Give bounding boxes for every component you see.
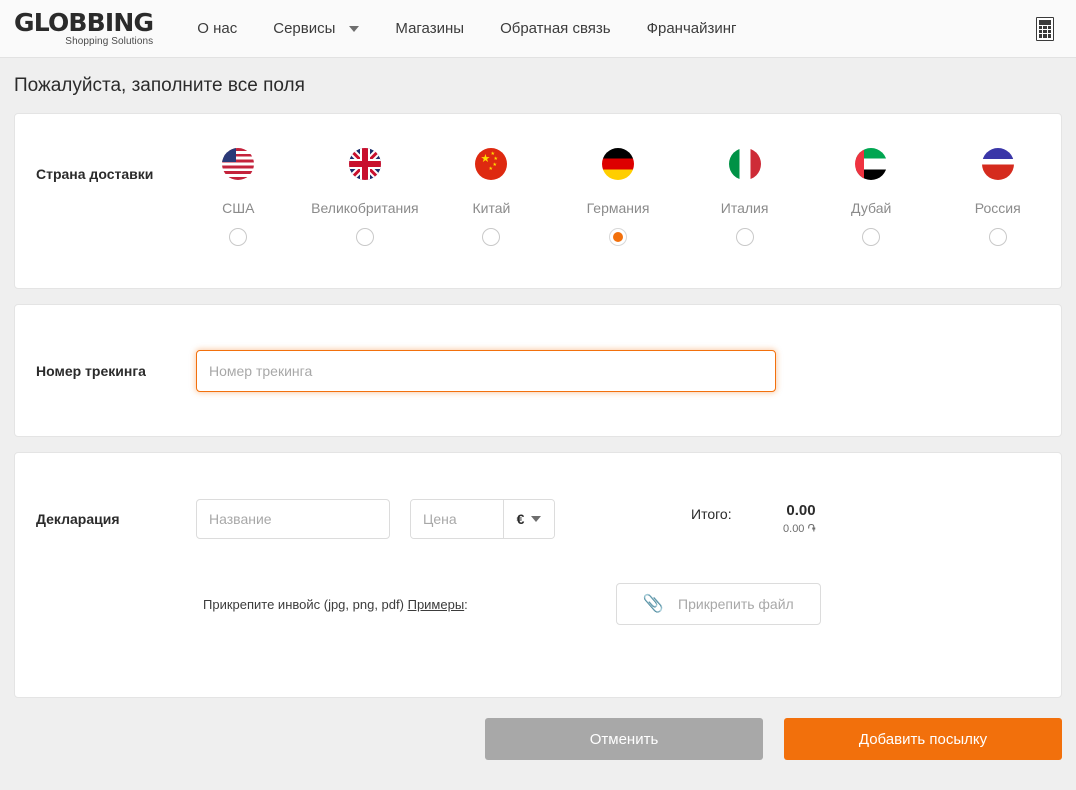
calculator-icon[interactable] <box>1036 16 1054 41</box>
cancel-button[interactable]: Отменить <box>485 718 763 760</box>
country-radio-uk[interactable] <box>355 228 374 246</box>
delivery-country-card: Страна доставки США Великобритания ★ ★★ <box>14 113 1062 289</box>
nav-item-franchising-label: Франчайзинг <box>646 20 737 37</box>
declaration-name-input[interactable] <box>196 499 390 539</box>
country-option-us[interactable]: США <box>175 148 302 246</box>
invoice-hint-text: Прикрепите инвойс (jpg, png, pdf) <box>203 596 404 612</box>
country-label-cn: Китай <box>472 200 511 216</box>
flag-uk-icon <box>348 148 381 180</box>
country-option-it[interactable]: Италия <box>681 148 808 246</box>
country-radio-us[interactable] <box>229 228 248 246</box>
country-option-uk[interactable]: Великобритания <box>302 148 429 246</box>
calculator-keys <box>1039 26 1051 38</box>
country-label-us: США <box>222 200 255 216</box>
total-amount-secondary: 0.00 ֏ <box>783 523 816 535</box>
country-label-ae: Дубай <box>851 200 892 216</box>
currency-select[interactable]: € <box>503 500 554 538</box>
chevron-down-icon <box>531 516 542 522</box>
country-label-de: Германия <box>586 200 650 216</box>
country-options: США Великобритания ★ ★ ★ ★ ★ Китай Герма… <box>175 114 1061 246</box>
country-radio-cn[interactable] <box>482 228 501 246</box>
invoice-row: Прикрепите инвойс (jpg, png, pdf) Пример… <box>36 583 1061 625</box>
country-radio-ae[interactable] <box>862 228 881 246</box>
invoice-colon: : <box>464 596 468 612</box>
country-option-de[interactable]: Германия <box>555 148 682 246</box>
flag-cn-icon: ★ ★ ★ ★ ★ <box>475 148 508 180</box>
form-actions: Отменить Добавить посылку <box>0 698 1076 760</box>
declaration-inputs-row: Декларация € Итого: 0.00 0.00 ֏ <box>36 499 1061 539</box>
country-label-uk: Великобритания <box>311 200 419 216</box>
nav-item-franchising[interactable]: Франчайзинг <box>629 0 755 57</box>
country-label-it: Италия <box>720 200 769 216</box>
country-label-ru: Россия <box>974 200 1021 216</box>
attach-file-label: Прикрепить файл <box>678 596 794 612</box>
flag-de-icon <box>602 148 635 180</box>
chevron-down-icon <box>349 25 360 32</box>
add-parcel-button[interactable]: Добавить посылку <box>784 718 1062 760</box>
currency-symbol: € <box>516 511 525 527</box>
tracking-number-input[interactable] <box>196 349 776 392</box>
nav-item-services[interactable]: Сервисы <box>255 0 377 57</box>
nav-item-shops[interactable]: Магазины <box>377 0 482 57</box>
site-header: GLOBBING Shopping Solutions О нас Сервис… <box>0 0 1076 58</box>
country-radio-de[interactable] <box>609 228 628 246</box>
total-amount-primary: 0.00 <box>786 502 816 519</box>
country-option-ae[interactable]: Дубай <box>808 148 935 246</box>
paperclip-icon: 📎 <box>642 594 665 613</box>
flag-us-icon <box>222 148 255 180</box>
logo-tagline: Shopping Solutions <box>65 36 154 47</box>
delivery-country-label-wrap: Страна доставки <box>15 114 175 182</box>
country-radio-it[interactable] <box>735 228 754 246</box>
country-option-ru[interactable]: Россия <box>934 148 1061 246</box>
tracking-label-wrap: Номер трекинга <box>36 363 196 379</box>
declaration-price-input[interactable] <box>411 500 503 538</box>
logo-wordmark: GLOBBING <box>14 8 154 37</box>
flag-ae-icon <box>855 148 888 180</box>
calculator-screen <box>1039 19 1051 25</box>
nav-item-feedback[interactable]: Обратная связь <box>482 0 629 57</box>
nav-item-about-label: О нас <box>197 20 238 37</box>
delivery-country-label: Страна доставки <box>36 166 154 182</box>
nav-item-services-label: Сервисы <box>273 20 336 37</box>
main-navigation: О нас Сервисы Магазины Обратная связь Фр… <box>179 0 754 57</box>
declaration-label-wrap: Декларация <box>36 511 196 527</box>
logo[interactable]: GLOBBING Shopping Solutions <box>14 8 154 47</box>
tracking-label: Номер трекинга <box>36 362 146 379</box>
total-values: 0.00 0.00 ֏ <box>750 502 816 536</box>
tracking-card: Номер трекинга <box>14 304 1062 437</box>
total-label: Итого: <box>691 506 732 522</box>
nav-item-shops-label: Магазины <box>395 20 465 37</box>
country-radio-ru[interactable] <box>988 228 1007 246</box>
declaration-price-group: € <box>410 499 555 539</box>
country-option-cn[interactable]: ★ ★ ★ ★ ★ Китай <box>428 148 555 246</box>
header-actions <box>1036 16 1064 41</box>
invoice-examples-link[interactable]: Примеры <box>408 597 465 612</box>
nav-item-about[interactable]: О нас <box>179 0 255 57</box>
flag-it-icon <box>728 148 761 180</box>
nav-item-feedback-label: Обратная связь <box>500 20 611 37</box>
page-title: Пожалуйста, заполните все поля <box>14 75 305 96</box>
total-block: Итого: 0.00 0.00 ֏ <box>691 502 816 536</box>
declaration-card: Декларация € Итого: 0.00 0.00 ֏ Прикрепи… <box>14 452 1062 698</box>
declaration-label: Декларация <box>36 511 120 527</box>
flag-ru-icon <box>981 148 1014 180</box>
attach-file-button[interactable]: 📎 Прикрепить файл <box>615 583 821 625</box>
